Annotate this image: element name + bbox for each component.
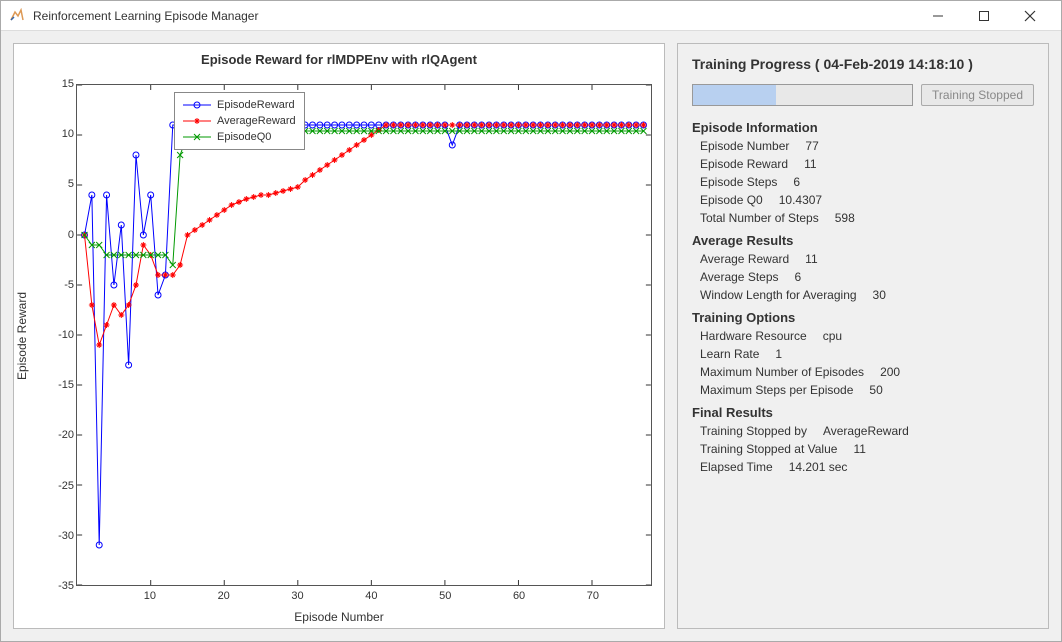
y-tick-label: -5 (64, 279, 74, 291)
legend-item-episode-q0: EpisodeQ0 (183, 129, 296, 145)
label: Training Stopped by (700, 424, 807, 438)
progress-row: Training Stopped (692, 84, 1034, 106)
x-tick-label: 40 (365, 590, 377, 602)
value: 14.201 sec (789, 460, 848, 474)
value: 6 (795, 270, 802, 284)
section-final-results: Final Results (692, 405, 1034, 420)
section-average-results: Average Results (692, 233, 1034, 248)
progress-fill (693, 85, 776, 105)
chart-axes (76, 84, 652, 586)
value: 50 (869, 383, 882, 397)
hardware-row: Hardware Resource cpu (700, 329, 1034, 343)
learn-rate-row: Learn Rate 1 (700, 347, 1034, 361)
label: Learn Rate (700, 347, 759, 361)
x-tick-label: 30 (291, 590, 303, 602)
close-button[interactable] (1007, 1, 1053, 31)
value: 11 (805, 252, 817, 266)
x-tick-label: 20 (218, 590, 230, 602)
label: Total Number of Steps (700, 211, 819, 225)
window-title: Reinforcement Learning Episode Manager (33, 9, 915, 23)
value: 11 (804, 157, 816, 171)
titlebar: Reinforcement Learning Episode Manager (1, 1, 1061, 31)
legend[interactable]: EpisodeReward AverageReward EpisodeQ0 (174, 92, 305, 150)
side-panel: Training Progress ( 04-Feb-2019 14:18:10… (677, 43, 1049, 629)
training-progress-title: Training Progress ( 04-Feb-2019 14:18:10… (692, 56, 1034, 72)
y-tick-label: -10 (58, 329, 74, 341)
label: Maximum Number of Episodes (700, 365, 864, 379)
x-axis-label: Episode Number (294, 610, 383, 624)
x-tick-label: 10 (144, 590, 156, 602)
value: 30 (873, 288, 886, 302)
matlab-icon (9, 8, 25, 24)
stopped-value-row: Training Stopped at Value 11 (700, 442, 1034, 456)
content-area: Episode Reward for rlMDPEnv with rlQAgen… (1, 31, 1061, 641)
episode-steps-row: Episode Steps 6 (700, 175, 1034, 189)
maximize-button[interactable] (961, 1, 1007, 31)
y-tick-label: 15 (62, 78, 74, 90)
y-tick-label: -35 (58, 580, 74, 592)
legend-label: EpisodeQ0 (217, 131, 271, 143)
value: 200 (880, 365, 900, 379)
label: Episode Number (700, 139, 789, 153)
label: Average Steps (700, 270, 779, 284)
legend-label: EpisodeReward (217, 99, 295, 111)
legend-label: AverageReward (217, 115, 296, 127)
episode-q0-row: Episode Q0 10.4307 (700, 193, 1034, 207)
x-tick-label: 60 (513, 590, 525, 602)
y-tick-label: 10 (62, 128, 74, 140)
legend-item-episode-reward: EpisodeReward (183, 97, 296, 113)
chart-title: Episode Reward for rlMDPEnv with rlQAgen… (24, 52, 654, 67)
app-window: Reinforcement Learning Episode Manager E… (0, 0, 1062, 642)
value: 11 (853, 442, 865, 456)
avg-reward-row: Average Reward 11 (700, 252, 1034, 266)
section-episode-info: Episode Information (692, 120, 1034, 135)
y-axis-label: Episode Reward (15, 292, 29, 380)
y-tick-label: -25 (58, 480, 74, 492)
stopped-by-row: Training Stopped by AverageReward (700, 424, 1034, 438)
y-tick-label: -15 (58, 379, 74, 391)
episode-reward-row: Episode Reward 11 (700, 157, 1034, 171)
minimize-button[interactable] (915, 1, 961, 31)
window-buttons (915, 1, 1053, 31)
label: Maximum Steps per Episode (700, 383, 853, 397)
label: Window Length for Averaging (700, 288, 857, 302)
plot-panel: Episode Reward for rlMDPEnv with rlQAgen… (13, 43, 665, 629)
label: Average Reward (700, 252, 789, 266)
x-tick-label: 70 (587, 590, 599, 602)
section-training-options: Training Options (692, 310, 1034, 325)
y-tick-label: 5 (68, 178, 74, 190)
value: 77 (805, 139, 818, 153)
label: Episode Reward (700, 157, 788, 171)
legend-item-average-reward: AverageReward (183, 113, 296, 129)
chart-svg (77, 85, 651, 585)
y-tick-label: 0 (68, 229, 74, 241)
value: 598 (835, 211, 855, 225)
window-length-row: Window Length for Averaging 30 (700, 288, 1034, 302)
max-steps-row: Maximum Steps per Episode 50 (700, 383, 1034, 397)
total-steps-row: Total Number of Steps 598 (700, 211, 1034, 225)
label: Episode Q0 (700, 193, 763, 207)
value: 10.4307 (779, 193, 822, 207)
episode-number-row: Episode Number 77 (700, 139, 1034, 153)
value: 1 (775, 347, 782, 361)
label: Training Stopped at Value (700, 442, 837, 456)
label: Elapsed Time (700, 460, 773, 474)
training-stopped-button[interactable]: Training Stopped (921, 84, 1034, 106)
value: 6 (793, 175, 800, 189)
value: AverageReward (823, 424, 909, 438)
progress-bar (692, 84, 913, 106)
elapsed-time-row: Elapsed Time 14.201 sec (700, 460, 1034, 474)
label: Hardware Resource (700, 329, 807, 343)
label: Episode Steps (700, 175, 777, 189)
avg-steps-row: Average Steps 6 (700, 270, 1034, 284)
y-tick-label: -20 (58, 429, 74, 441)
max-episodes-row: Maximum Number of Episodes 200 (700, 365, 1034, 379)
x-tick-label: 50 (439, 590, 451, 602)
value: cpu (823, 329, 842, 343)
y-tick-label: -30 (58, 530, 74, 542)
